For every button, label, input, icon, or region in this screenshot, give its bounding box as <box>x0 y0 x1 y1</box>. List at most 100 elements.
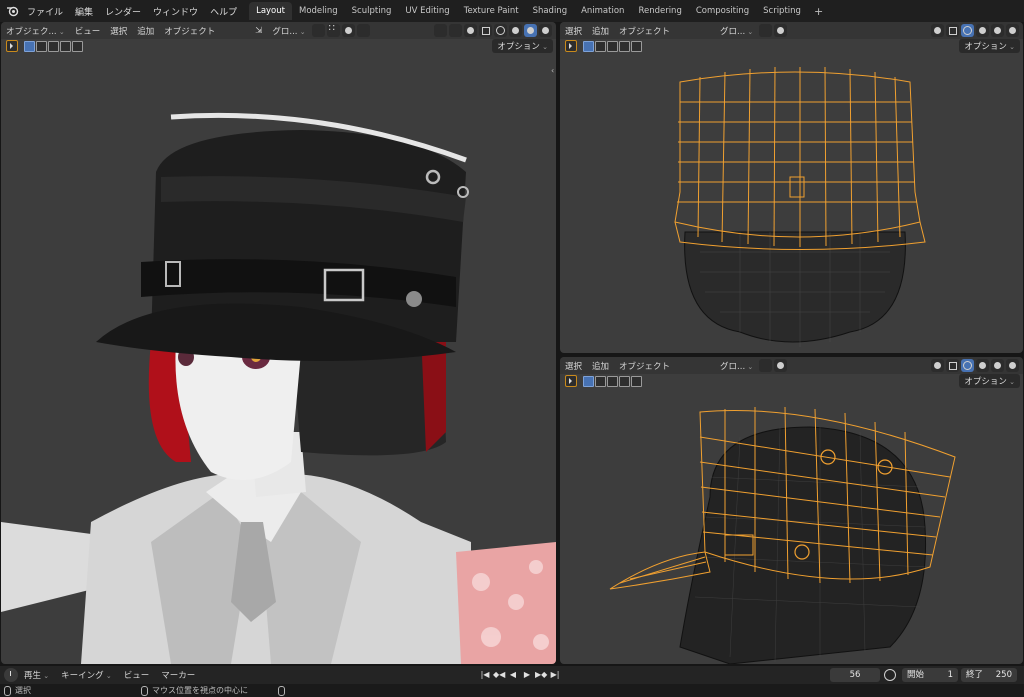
select-mode-intersect-icon[interactable] <box>72 40 83 52</box>
sidebar-toggle-icon[interactable]: ‹ <box>551 66 554 75</box>
menu-edit[interactable]: 編集 <box>69 5 99 18</box>
select-mode-extend-icon[interactable] <box>36 40 47 52</box>
menu-add[interactable]: 追加 <box>132 25 159 37</box>
menu-select[interactable]: 選択 <box>105 25 132 37</box>
playback-menu[interactable]: 再生 <box>18 669 55 681</box>
bottom-select-mode-invert-icon[interactable] <box>619 375 630 387</box>
top-menu-select[interactable]: 選択 <box>560 25 587 37</box>
tab-shading[interactable]: Shading <box>526 2 575 20</box>
stopwatch-icon[interactable] <box>884 669 896 681</box>
bottom-select-tool-icon[interactable] <box>565 375 577 387</box>
bottom-xray-icon[interactable] <box>946 359 959 372</box>
select-tool-icon[interactable] <box>6 40 18 52</box>
bottom-options-dropdown[interactable]: オプション <box>959 374 1020 388</box>
top-menu-object[interactable]: オブジェクト <box>614 25 675 37</box>
tab-rendering[interactable]: Rendering <box>631 2 688 20</box>
wireframe-shading-icon[interactable] <box>494 24 507 37</box>
jump-keyframe-back-icon[interactable]: ◆◀ <box>493 668 505 681</box>
material-shading-icon[interactable] <box>524 24 537 37</box>
end-frame-field[interactable]: 終了 250 <box>961 668 1017 682</box>
bottom-select-mode-intersect-icon[interactable] <box>631 375 642 387</box>
top-solid-shading-icon[interactable] <box>976 24 989 37</box>
falloff-icon[interactable] <box>356 24 370 37</box>
top-overlay-icon[interactable] <box>931 24 944 37</box>
bottom-material-shading-icon[interactable] <box>991 359 1004 372</box>
jump-start-icon[interactable]: |◀ <box>479 668 491 681</box>
tab-texture-paint[interactable]: Texture Paint <box>457 2 526 20</box>
tab-uv-editing[interactable]: UV Editing <box>398 2 456 20</box>
add-workspace-button[interactable]: + <box>808 5 829 18</box>
bottom-menu-add[interactable]: 追加 <box>587 360 614 372</box>
bottom-pivot-icon[interactable] <box>759 359 773 372</box>
mode-selector[interactable]: オブジェク... <box>1 25 70 37</box>
menu-help[interactable]: ヘルプ <box>204 5 243 18</box>
jump-keyframe-forward-icon[interactable]: ▶◆ <box>535 668 547 681</box>
pivot-icon[interactable] <box>311 24 325 37</box>
top-rendered-shading-icon[interactable] <box>1006 24 1019 37</box>
overlay-icon[interactable] <box>464 24 477 37</box>
play-icon[interactable]: ▶ <box>521 668 533 681</box>
top-menu-add[interactable]: 追加 <box>587 25 614 37</box>
tab-animation[interactable]: Animation <box>574 2 631 20</box>
transform-orientation[interactable]: グロ... <box>267 25 310 37</box>
solid-shading-icon[interactable] <box>509 24 522 37</box>
top-right-3d-viewport[interactable]: 選択 追加 オブジェクト グロ... オプション <box>560 22 1023 353</box>
xray-icon[interactable] <box>479 24 492 37</box>
top-pivot-icon[interactable] <box>759 24 773 37</box>
bottom-menu-select[interactable]: 選択 <box>560 360 587 372</box>
options-dropdown[interactable]: オプション <box>492 39 553 53</box>
main-3d-viewport[interactable]: オブジェク... ビュー 選択 追加 オブジェクト ⇲ グロ... <box>1 22 556 664</box>
menu-render[interactable]: レンダー <box>99 5 147 18</box>
menu-window[interactable]: ウィンドウ <box>147 5 204 18</box>
play-reverse-icon[interactable]: ◀ <box>507 668 519 681</box>
top-select-mode-extend-icon[interactable] <box>595 40 606 52</box>
select-mode-invert-icon[interactable] <box>60 40 71 52</box>
bottom-select-mode-extend-icon[interactable] <box>595 375 606 387</box>
transform-orientation-icon[interactable]: ⇲ <box>250 26 267 36</box>
top-select-mode-subtract-icon[interactable] <box>607 40 618 52</box>
timeline-view-menu[interactable]: ビュー <box>118 669 156 681</box>
bottom-select-mode-subtract-icon[interactable] <box>607 375 618 387</box>
top-select-mode-intersect-icon[interactable] <box>631 40 642 52</box>
proportional-edit-icon[interactable] <box>341 24 355 37</box>
editor-type-icon[interactable] <box>4 668 18 682</box>
top-wireframe-shading-icon[interactable] <box>961 24 974 37</box>
bottom-select-mode-new-icon[interactable] <box>583 375 594 387</box>
current-frame-field[interactable]: 56 <box>830 668 880 682</box>
jump-end-icon[interactable]: ▶| <box>549 668 561 681</box>
blender-logo-icon[interactable] <box>3 0 21 22</box>
rendered-shading-icon[interactable] <box>539 24 552 37</box>
gizmo-icon[interactable] <box>449 24 462 37</box>
top-select-tool-icon[interactable] <box>565 40 577 52</box>
top-xray-icon[interactable] <box>946 24 959 37</box>
bottom-menu-object[interactable]: オブジェクト <box>614 360 675 372</box>
tab-compositing[interactable]: Compositing <box>689 2 756 20</box>
tab-modeling[interactable]: Modeling <box>292 2 345 20</box>
menu-view[interactable]: ビュー <box>70 25 106 37</box>
top-select-mode-new-icon[interactable] <box>583 40 594 52</box>
top-proportional-edit-icon[interactable] <box>774 24 788 37</box>
marker-menu[interactable]: マーカー <box>155 669 201 681</box>
keying-menu[interactable]: キーイング <box>55 669 118 681</box>
bottom-transform-orientation[interactable]: グロ... <box>715 360 758 372</box>
start-frame-field[interactable]: 開始 1 <box>902 668 958 682</box>
tab-scripting[interactable]: Scripting <box>756 2 808 20</box>
tab-sculpting[interactable]: Sculpting <box>345 2 399 20</box>
bottom-right-3d-viewport[interactable]: 選択 追加 オブジェクト グロ... オプション <box>560 357 1023 664</box>
select-mode-new-icon[interactable] <box>24 40 35 52</box>
top-transform-orientation[interactable]: グロ... <box>715 25 758 37</box>
select-mode-subtract-icon[interactable] <box>48 40 59 52</box>
bottom-proportional-edit-icon[interactable] <box>774 359 788 372</box>
top-material-shading-icon[interactable] <box>991 24 1004 37</box>
bottom-overlay-icon[interactable] <box>931 359 944 372</box>
menu-file[interactable]: ファイル <box>21 5 69 18</box>
top-select-mode-invert-icon[interactable] <box>619 40 630 52</box>
tab-layout[interactable]: Layout <box>249 2 292 20</box>
bottom-rendered-shading-icon[interactable] <box>1006 359 1019 372</box>
bottom-solid-shading-icon[interactable] <box>976 359 989 372</box>
visibility-icon[interactable] <box>434 24 447 37</box>
snap-icon[interactable] <box>326 23 340 37</box>
bottom-wireframe-shading-icon[interactable] <box>961 359 974 372</box>
menu-object[interactable]: オブジェクト <box>159 25 220 37</box>
top-options-dropdown[interactable]: オプション <box>959 39 1020 53</box>
